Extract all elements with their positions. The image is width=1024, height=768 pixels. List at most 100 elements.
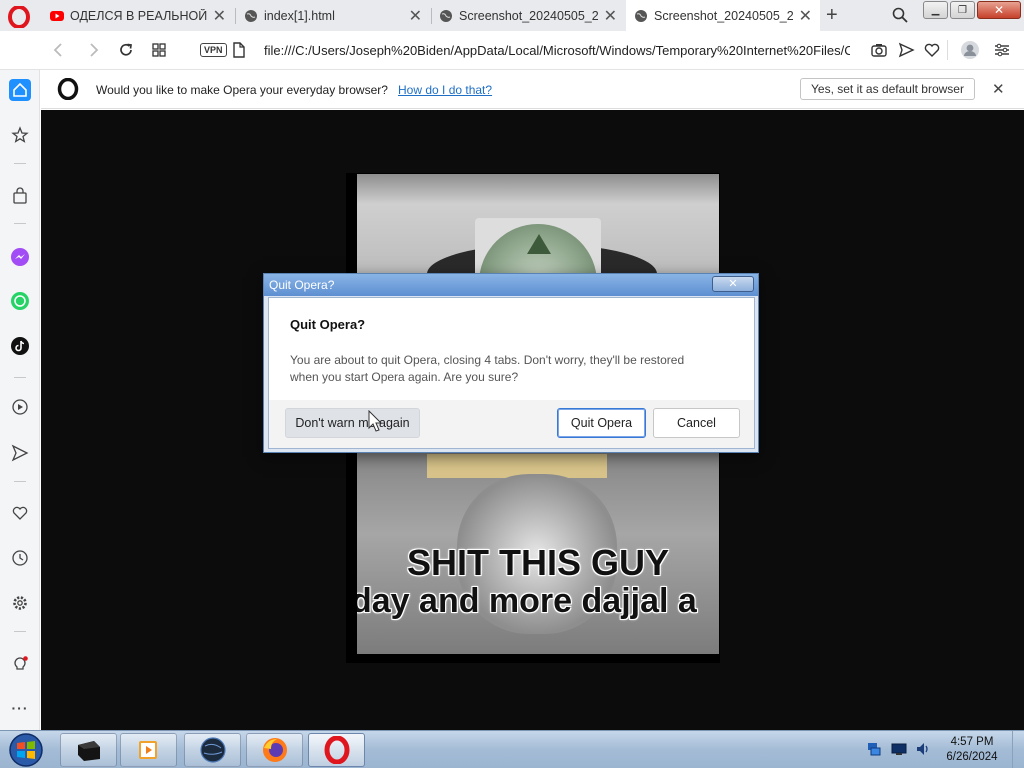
tray-volume-icon[interactable] [915, 741, 931, 757]
tab-strip: ОДЕЛСЯ В РЕАЛЬНОЙ Ж ✕ index[1].html ✕ Sc… [0, 0, 1024, 31]
back-icon[interactable] [50, 41, 68, 59]
star-icon [11, 126, 29, 143]
tab-3[interactable]: Screenshot_20240505_223 ✕ [431, 0, 625, 31]
sidebar-settings[interactable] [9, 592, 31, 614]
sidebar-more-icon[interactable]: ··· [9, 697, 31, 719]
sidebar-messenger[interactable] [9, 246, 31, 268]
restore-icon[interactable]: ❐ [950, 1, 975, 19]
tab-2[interactable]: index[1].html ✕ [236, 0, 430, 31]
dialog-footer: Don't warn me again Quit Opera Cancel [269, 400, 754, 448]
sidebar-tips[interactable] [9, 653, 31, 675]
sidebar-divider [14, 631, 26, 632]
reload-icon[interactable] [117, 41, 135, 59]
whatsapp-icon [11, 292, 29, 310]
taskbar-clock[interactable]: 4:57 PM 6/26/2024 [936, 735, 1008, 765]
clock-time: 4:57 PM [950, 736, 994, 748]
tab-close-icon[interactable]: ✕ [799, 6, 812, 26]
media-player-icon [138, 741, 157, 759]
pyramid-eye-icon [527, 234, 551, 254]
sidebar-pinboards[interactable] [9, 502, 31, 524]
taskbar-app-firefox[interactable] [246, 733, 303, 767]
infobar-question: Would you like to make Opera your everyd… [96, 83, 388, 97]
tab-title: ОДЕЛСЯ В РЕАЛЬНОЙ Ж [70, 8, 207, 23]
camera-snapshot-icon[interactable] [870, 41, 888, 59]
send-icon[interactable] [897, 41, 915, 59]
minimize-icon[interactable]: ▁ [923, 1, 948, 19]
window-close-icon[interactable]: ✕ [977, 1, 1021, 19]
search-tabs-icon[interactable] [891, 6, 909, 24]
vpn-badge[interactable]: VPN [200, 43, 227, 57]
taskbar-app-terminal[interactable] [60, 733, 117, 767]
cancel-button[interactable]: Cancel [653, 408, 740, 438]
dialog-titlebar: Quit Opera? [264, 274, 758, 296]
tab-title: Screenshot_20240505_223 [654, 8, 793, 23]
dialog-heading: Quit Opera? [290, 317, 366, 332]
dialog-close-icon[interactable]: ✕ [712, 276, 754, 292]
shopping-bag-icon [13, 187, 27, 204]
youtube-icon [50, 10, 64, 21]
profile-avatar-icon[interactable] [960, 40, 980, 60]
sidebar-home[interactable] [9, 79, 31, 101]
address-toolbar: VPN file:///C:/Users/Joseph%20Biden/AppD… [0, 31, 1024, 70]
messenger-icon [11, 248, 29, 266]
dialog-message: You are about to quit Opera, closing 4 t… [290, 353, 685, 384]
taskbar-app-globe[interactable] [184, 733, 241, 767]
globe-icon [635, 9, 647, 22]
opera-menu-icon[interactable] [8, 6, 30, 28]
globe-icon [440, 9, 452, 22]
dark-globe-icon [199, 737, 226, 763]
taskbar-app-media-player[interactable] [120, 733, 177, 767]
easy-setup-icon[interactable] [993, 41, 1011, 59]
opera-logo-icon [57, 78, 79, 100]
quit-opera-button[interactable]: Quit Opera [557, 408, 646, 438]
infobar-close-icon[interactable]: ✕ [992, 80, 1005, 98]
sidebar-divider [14, 163, 26, 164]
taskbar-app-opera[interactable] [308, 733, 365, 767]
sidebar: ··· [0, 70, 40, 730]
clock-date: 6/26/2024 [946, 751, 998, 763]
sidebar-shopping[interactable] [9, 185, 31, 207]
tab-close-icon[interactable]: ✕ [409, 6, 422, 26]
sidebar-divider [14, 481, 26, 482]
send-icon [11, 444, 29, 462]
show-desktop-button[interactable] [1012, 731, 1024, 768]
opera-icon [324, 736, 349, 764]
home-icon [13, 82, 27, 97]
default-browser-infobar: Would you like to make Opera your everyd… [41, 70, 1024, 109]
new-tab-plus-icon[interactable]: + [826, 4, 838, 27]
sidebar-whatsapp[interactable] [9, 290, 31, 312]
sidebar-bookmarks[interactable] [9, 124, 31, 146]
tab-4-active[interactable]: Screenshot_20240505_223 ✕ [626, 0, 820, 31]
sidebar-send[interactable] [9, 442, 31, 464]
lightbulb-icon [14, 656, 28, 670]
quit-opera-dialog: Quit Opera? ✕ Quit Opera? You are about … [263, 273, 759, 453]
tab-close-icon[interactable]: ✕ [604, 6, 617, 26]
heart-bookmark-icon[interactable] [923, 41, 941, 59]
windows-start-icon[interactable] [6, 732, 46, 768]
set-default-browser-button[interactable]: Yes, set it as default browser [800, 78, 975, 100]
sidebar-history[interactable] [9, 547, 31, 569]
tiktok-icon [11, 337, 29, 355]
gear-icon [13, 596, 27, 610]
tab-close-icon[interactable]: ✕ [213, 6, 226, 26]
tray-network-icon[interactable] [866, 741, 882, 757]
mouse-cursor-icon [368, 410, 383, 432]
window-controls: ▁ ❐ ✕ [923, 1, 1021, 19]
windows-taskbar: 4:57 PM 6/26/2024 [0, 730, 1024, 768]
image-caption-line1: SHIT THIS GUY [406, 542, 670, 583]
address-field[interactable]: file:///C:/Users/Joseph%20Biden/AppData/… [264, 43, 850, 58]
sidebar-player[interactable] [9, 396, 31, 418]
dont-warn-again-button[interactable]: Don't warn me again [285, 408, 420, 438]
clock-history-icon [12, 550, 28, 566]
how-do-i-do-that-link[interactable]: How do I do that? [398, 83, 492, 97]
file-icon [233, 42, 245, 58]
black-box-app-icon [77, 741, 100, 761]
sidebar-tiktok[interactable] [9, 335, 31, 357]
heart-icon [12, 506, 28, 520]
tray-display-icon[interactable] [891, 741, 907, 757]
forward-icon[interactable] [84, 41, 102, 59]
tab-title: Screenshot_20240505_223 [459, 8, 598, 23]
firefox-icon [262, 738, 287, 762]
speed-dial-icon[interactable] [150, 41, 168, 59]
tab-1[interactable]: ОДЕЛСЯ В РЕАЛЬНОЙ Ж ✕ [42, 0, 234, 31]
